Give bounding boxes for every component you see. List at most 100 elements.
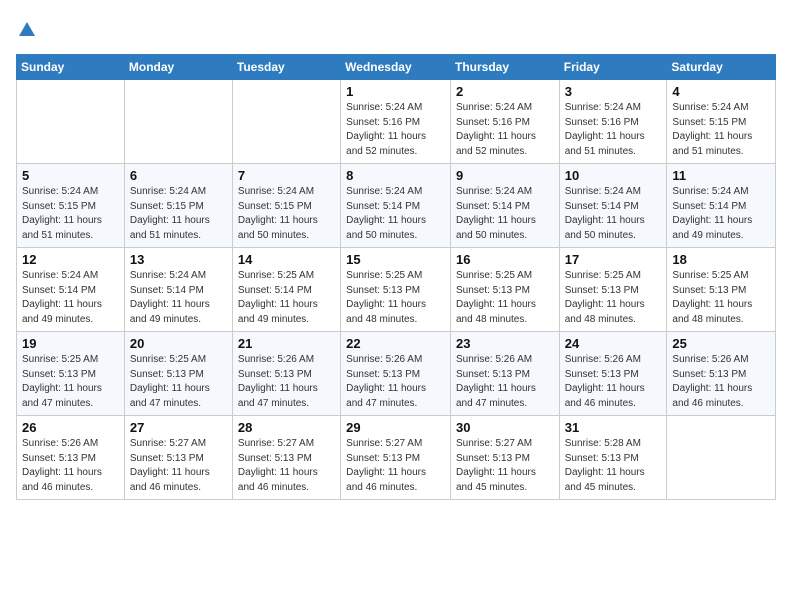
day-cell: 11Sunrise: 5:24 AM Sunset: 5:14 PM Dayli…	[667, 164, 776, 248]
day-cell	[667, 416, 776, 500]
day-cell: 2 Sunrise: 5:24 AM Sunset: 5:16 PM Daylig…	[450, 80, 559, 164]
day-info: Sunrise: 5:24 AM Sunset: 5:16 PM Dayligh…	[565, 101, 662, 159]
day-cell: 21 Sunrise: 5:26 AM Sunset: 5:13 PM Dayli…	[232, 332, 340, 416]
day-cell: 22 Sunrise: 5:26 AM Sunset: 5:13 PM Dayli…	[341, 332, 451, 416]
day-info: Sunrise: 5:27 AM Sunset: 5:13 PM Dayligh…	[346, 437, 445, 495]
day-number: 24	[565, 336, 662, 351]
day-info: Sunrise: 5:26 AM Sunset: 5:13 PM Dayligh…	[672, 353, 770, 411]
day-cell	[232, 80, 340, 164]
day-number: 1	[346, 84, 445, 99]
day-number: 2	[456, 84, 554, 99]
day-number: 17	[565, 252, 662, 267]
day-info: Sunrise: 5:24 AM Sunset: 5:14 PM Dayligh…	[456, 185, 554, 243]
day-info: Sunrise: 5:25 AM Sunset: 5:13 PM Dayligh…	[22, 353, 119, 411]
day-info: Sunrise: 5:26 AM Sunset: 5:13 PM Dayligh…	[22, 437, 119, 495]
day-info: Sunrise: 5:24 AM Sunset: 5:14 PM Dayligh…	[672, 185, 770, 243]
header-thursday: Thursday	[450, 55, 559, 80]
logo-triangle-icon	[19, 22, 35, 36]
day-cell: 24 Sunrise: 5:26 AM Sunset: 5:13 PM Dayli…	[559, 332, 667, 416]
day-cell: 10 Sunrise: 5:24 AM Sunset: 5:14 PM Dayli…	[559, 164, 667, 248]
day-cell: 23 Sunrise: 5:26 AM Sunset: 5:13 PM Dayli…	[450, 332, 559, 416]
day-number: 16	[456, 252, 554, 267]
day-cell: 6Sunrise: 5:24 AM Sunset: 5:15 PM Daylig…	[124, 164, 232, 248]
day-cell: 16 Sunrise: 5:25 AM Sunset: 5:13 PM Dayli…	[450, 248, 559, 332]
day-number: 9	[456, 168, 554, 183]
day-number: 15	[346, 252, 445, 267]
day-cell: 28 Sunrise: 5:27 AM Sunset: 5:13 PM Dayli…	[232, 416, 340, 500]
day-info: Sunrise: 5:26 AM Sunset: 5:13 PM Dayligh…	[346, 353, 445, 411]
day-cell: 3 Sunrise: 5:24 AM Sunset: 5:16 PM Daylig…	[559, 80, 667, 164]
day-info: Sunrise: 5:25 AM Sunset: 5:13 PM Dayligh…	[456, 269, 554, 327]
day-info: Sunrise: 5:28 AM Sunset: 5:13 PM Dayligh…	[565, 437, 662, 495]
day-cell: 15Sunrise: 5:25 AM Sunset: 5:13 PM Dayli…	[341, 248, 451, 332]
day-number: 4	[672, 84, 770, 99]
week-row-2: 5 Sunrise: 5:24 AM Sunset: 5:15 PM Daylig…	[17, 164, 776, 248]
day-cell: 30Sunrise: 5:27 AM Sunset: 5:13 PM Dayli…	[450, 416, 559, 500]
day-number: 8	[346, 168, 445, 183]
day-info: Sunrise: 5:24 AM Sunset: 5:14 PM Dayligh…	[22, 269, 119, 327]
day-cell: 14 Sunrise: 5:25 AM Sunset: 5:14 PM Dayli…	[232, 248, 340, 332]
header-sunday: Sunday	[17, 55, 125, 80]
calendar-table: SundayMondayTuesdayWednesdayThursdayFrid…	[16, 54, 776, 500]
day-cell: 17 Sunrise: 5:25 AM Sunset: 5:13 PM Dayli…	[559, 248, 667, 332]
header-friday: Friday	[559, 55, 667, 80]
day-number: 18	[672, 252, 770, 267]
day-info: Sunrise: 5:24 AM Sunset: 5:16 PM Dayligh…	[346, 101, 445, 159]
day-cell: 25Sunrise: 5:26 AM Sunset: 5:13 PM Dayli…	[667, 332, 776, 416]
day-info: Sunrise: 5:26 AM Sunset: 5:13 PM Dayligh…	[238, 353, 335, 411]
day-info: Sunrise: 5:24 AM Sunset: 5:16 PM Dayligh…	[456, 101, 554, 159]
header-tuesday: Tuesday	[232, 55, 340, 80]
day-info: Sunrise: 5:27 AM Sunset: 5:13 PM Dayligh…	[456, 437, 554, 495]
day-number: 27	[130, 420, 227, 435]
day-number: 22	[346, 336, 445, 351]
day-info: Sunrise: 5:27 AM Sunset: 5:13 PM Dayligh…	[130, 437, 227, 495]
day-cell: 27 Sunrise: 5:27 AM Sunset: 5:13 PM Dayli…	[124, 416, 232, 500]
day-number: 19	[22, 336, 119, 351]
day-cell: 29 Sunrise: 5:27 AM Sunset: 5:13 PM Dayli…	[341, 416, 451, 500]
day-number: 10	[565, 168, 662, 183]
day-cell	[17, 80, 125, 164]
day-number: 28	[238, 420, 335, 435]
day-number: 23	[456, 336, 554, 351]
week-row-4: 19 Sunrise: 5:25 AM Sunset: 5:13 PM Dayli…	[17, 332, 776, 416]
day-info: Sunrise: 5:24 AM Sunset: 5:15 PM Dayligh…	[130, 185, 227, 243]
day-number: 21	[238, 336, 335, 351]
day-number: 31	[565, 420, 662, 435]
logo	[16, 16, 35, 42]
header-saturday: Saturday	[667, 55, 776, 80]
day-info: Sunrise: 5:24 AM Sunset: 5:14 PM Dayligh…	[565, 185, 662, 243]
week-row-3: 12 Sunrise: 5:24 AM Sunset: 5:14 PM Dayli…	[17, 248, 776, 332]
day-info: Sunrise: 5:24 AM Sunset: 5:15 PM Dayligh…	[238, 185, 335, 243]
day-number: 3	[565, 84, 662, 99]
day-cell: 9 Sunrise: 5:24 AM Sunset: 5:14 PM Daylig…	[450, 164, 559, 248]
day-cell: 12 Sunrise: 5:24 AM Sunset: 5:14 PM Dayli…	[17, 248, 125, 332]
day-info: Sunrise: 5:24 AM Sunset: 5:14 PM Dayligh…	[130, 269, 227, 327]
day-info: Sunrise: 5:24 AM Sunset: 5:15 PM Dayligh…	[672, 101, 770, 159]
day-cell: 26 Sunrise: 5:26 AM Sunset: 5:13 PM Dayli…	[17, 416, 125, 500]
day-number: 5	[22, 168, 119, 183]
day-info: Sunrise: 5:25 AM Sunset: 5:13 PM Dayligh…	[565, 269, 662, 327]
day-info: Sunrise: 5:26 AM Sunset: 5:13 PM Dayligh…	[456, 353, 554, 411]
day-number: 29	[346, 420, 445, 435]
day-cell: 5 Sunrise: 5:24 AM Sunset: 5:15 PM Daylig…	[17, 164, 125, 248]
day-info: Sunrise: 5:24 AM Sunset: 5:15 PM Dayligh…	[22, 185, 119, 243]
day-cell: 20Sunrise: 5:25 AM Sunset: 5:13 PM Dayli…	[124, 332, 232, 416]
day-cell: 19 Sunrise: 5:25 AM Sunset: 5:13 PM Dayli…	[17, 332, 125, 416]
header-wednesday: Wednesday	[341, 55, 451, 80]
header-row: SundayMondayTuesdayWednesdayThursdayFrid…	[17, 55, 776, 80]
day-cell	[124, 80, 232, 164]
week-row-1: 1 Sunrise: 5:24 AM Sunset: 5:16 PM Daylig…	[17, 80, 776, 164]
day-info: Sunrise: 5:25 AM Sunset: 5:13 PM Dayligh…	[130, 353, 227, 411]
header-monday: Monday	[124, 55, 232, 80]
day-number: 7	[238, 168, 335, 183]
day-cell: 7 Sunrise: 5:24 AM Sunset: 5:15 PM Daylig…	[232, 164, 340, 248]
week-row-5: 26 Sunrise: 5:26 AM Sunset: 5:13 PM Dayli…	[17, 416, 776, 500]
day-info: Sunrise: 5:25 AM Sunset: 5:14 PM Dayligh…	[238, 269, 335, 327]
day-info: Sunrise: 5:26 AM Sunset: 5:13 PM Dayligh…	[565, 353, 662, 411]
day-info: Sunrise: 5:27 AM Sunset: 5:13 PM Dayligh…	[238, 437, 335, 495]
day-number: 26	[22, 420, 119, 435]
day-cell: 13Sunrise: 5:24 AM Sunset: 5:14 PM Dayli…	[124, 248, 232, 332]
day-info: Sunrise: 5:25 AM Sunset: 5:13 PM Dayligh…	[672, 269, 770, 327]
day-number: 14	[238, 252, 335, 267]
day-number: 12	[22, 252, 119, 267]
